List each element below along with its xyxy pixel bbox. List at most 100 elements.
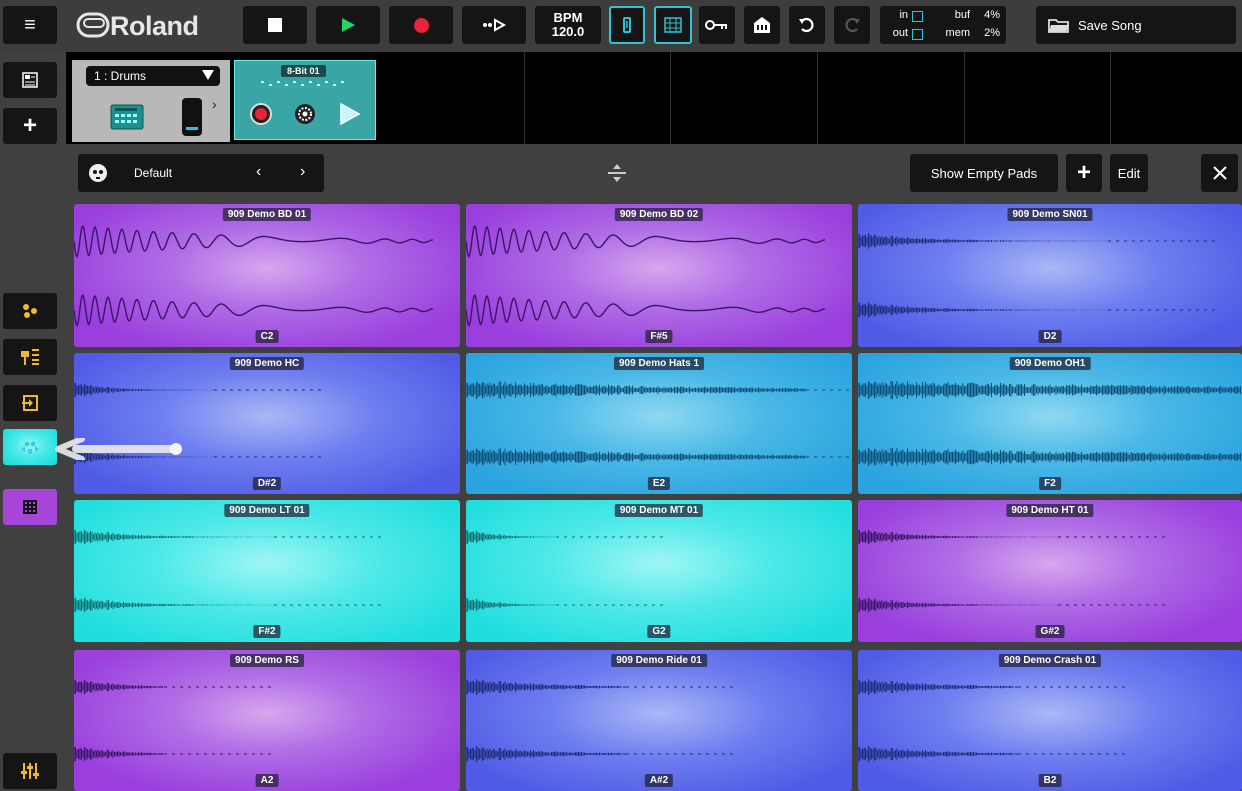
browser-button[interactable] xyxy=(3,62,57,98)
drum-pad[interactable]: 909 Demo Crash 01 B2 xyxy=(858,650,1242,791)
dropdown-triangle-icon xyxy=(202,70,214,80)
piano-keys-button[interactable] xyxy=(744,6,780,44)
scene-divider xyxy=(524,52,525,144)
grid-icon xyxy=(664,17,682,33)
redo-button[interactable] xyxy=(834,6,870,44)
show-empty-pads-label: Show Empty Pads xyxy=(930,165,1038,181)
waveform-display xyxy=(466,224,825,328)
scene-divider xyxy=(1110,52,1111,144)
chevron-left-icon[interactable]: ‹ xyxy=(256,163,261,181)
pad-note: D#2 xyxy=(252,477,282,490)
drum-pad[interactable]: 909 Demo HC D#2 xyxy=(74,353,460,494)
grid-view-button[interactable] xyxy=(654,6,692,44)
buf-label: buf xyxy=(954,9,970,21)
metronome-icon xyxy=(623,17,631,33)
master-mixer-button[interactable] xyxy=(3,753,57,789)
drum-pad[interactable]: 909 Demo BD 02 F#5 xyxy=(466,204,852,347)
effects-button[interactable] xyxy=(3,339,57,375)
show-empty-pads-button[interactable]: Show Empty Pads xyxy=(910,154,1058,192)
waveform-display xyxy=(74,529,384,613)
waveform-display xyxy=(858,233,1218,318)
pad-sample-name: 909 Demo HC xyxy=(229,357,305,370)
plus-icon: + xyxy=(22,112,37,139)
metronome-button[interactable] xyxy=(609,6,645,44)
pad-sample-name: 909 Demo LT 01 xyxy=(224,504,310,517)
play-icon xyxy=(342,18,355,32)
clip-title: 8-Bit 01 xyxy=(281,65,326,77)
drum-pad[interactable]: 909 Demo BD 01 C2 xyxy=(74,204,460,347)
kit-selector[interactable]: Default ‹ › xyxy=(78,154,324,192)
pad-grid-button[interactable] xyxy=(3,489,57,525)
save-song-button[interactable]: Save Song xyxy=(1036,6,1236,44)
drum-pad[interactable]: 909 Demo Ride 01 A#2 xyxy=(466,650,852,791)
input-icon xyxy=(22,395,38,411)
input-button[interactable] xyxy=(3,385,57,421)
pad-sample-name: 909 Demo Hats 1 xyxy=(613,357,705,370)
clip-record-icon[interactable] xyxy=(249,102,273,126)
bpm-display[interactable]: BPM 120.0 xyxy=(535,6,601,44)
clip-8bit-01[interactable]: 8-Bit 01 xyxy=(234,60,376,140)
close-button[interactable] xyxy=(1201,154,1238,192)
knobs-icon xyxy=(23,304,37,318)
pad-settings-button[interactable] xyxy=(3,429,57,465)
drum-pad[interactable]: 909 Demo Hats 1 E2 xyxy=(466,353,852,494)
buf-value: 4% xyxy=(984,9,1000,21)
key-icon xyxy=(705,20,727,30)
chevron-right-icon[interactable]: › xyxy=(300,163,305,181)
pad-sample-name: 909 Demo SN01 xyxy=(1007,208,1093,221)
scene-divider xyxy=(817,52,818,144)
drum-pad[interactable]: 909 Demo HT 01 G#2 xyxy=(858,500,1242,642)
waveform-display xyxy=(858,381,1242,466)
pad-sample-name: 909 Demo Crash 01 xyxy=(998,654,1102,667)
track-name-dropdown[interactable]: 1 : Drums xyxy=(86,66,220,86)
tutorial-arrow-icon xyxy=(55,438,182,460)
drum-pad[interactable]: 909 Demo RS A2 xyxy=(74,650,460,791)
waveform-display xyxy=(74,679,274,762)
undo-button[interactable] xyxy=(789,6,825,44)
drum-pad[interactable]: 909 Demo SN01 D2 xyxy=(858,204,1242,347)
bpm-value: 120.0 xyxy=(551,24,585,39)
waveform-display xyxy=(858,679,1128,762)
key-button[interactable] xyxy=(699,6,735,44)
pad-sample-name: 909 Demo Ride 01 xyxy=(611,654,707,667)
add-track-button[interactable]: + xyxy=(3,108,57,144)
plus-icon: + xyxy=(1076,159,1091,186)
pad-note: A2 xyxy=(255,774,279,787)
plug-icon xyxy=(21,349,39,365)
drum-pad[interactable]: 909 Demo LT 01 F#2 xyxy=(74,500,460,642)
waveform-display xyxy=(466,381,852,466)
pads-arrows-icon xyxy=(21,441,39,454)
record-button[interactable] xyxy=(389,6,453,44)
loop-forward-button[interactable] xyxy=(462,6,526,44)
toolbar: ≡ Roland BPM 120.0 in buf 4% out mem 2% … xyxy=(0,0,1242,52)
scene-divider xyxy=(670,52,671,144)
mem-value: 2% xyxy=(984,27,1000,39)
undo-icon xyxy=(799,17,814,33)
hamburger-icon: ≡ xyxy=(24,13,36,36)
clip-pattern-icon xyxy=(261,81,344,86)
drum-pad[interactable]: 909 Demo MT 01 G2 xyxy=(466,500,852,642)
menu-button[interactable]: ≡ xyxy=(3,6,57,44)
cpu-meters: in buf 4% out mem 2% xyxy=(880,6,1006,44)
track-name: 1 : Drums xyxy=(94,69,147,83)
drum-pad[interactable]: 909 Demo OH1 F2 xyxy=(858,353,1242,494)
chevron-right-icon[interactable]: › xyxy=(212,96,217,112)
clip-play-icon[interactable] xyxy=(337,102,361,126)
waveform-display xyxy=(74,224,433,328)
pad-note: B2 xyxy=(1038,774,1062,787)
out-indicator xyxy=(912,29,923,40)
pad-grid-icon xyxy=(23,500,37,514)
mixer-button[interactable] xyxy=(3,293,57,329)
drag-handle-icon[interactable] xyxy=(607,163,627,183)
edit-kit-button[interactable]: Edit xyxy=(1110,154,1148,192)
save-song-label: Save Song xyxy=(1078,17,1142,33)
bpm-label: BPM xyxy=(553,10,583,25)
stop-button[interactable] xyxy=(243,6,307,44)
track-header[interactable]: 1 : Drums › xyxy=(72,60,230,142)
pad-note: A#2 xyxy=(644,774,674,787)
clip-settings-icon[interactable] xyxy=(293,102,317,126)
add-pad-button[interactable]: + xyxy=(1066,154,1102,192)
pad-sample-name: 909 Demo RS xyxy=(230,654,304,667)
play-button[interactable] xyxy=(316,6,380,44)
track-volume-fader[interactable] xyxy=(182,98,202,136)
